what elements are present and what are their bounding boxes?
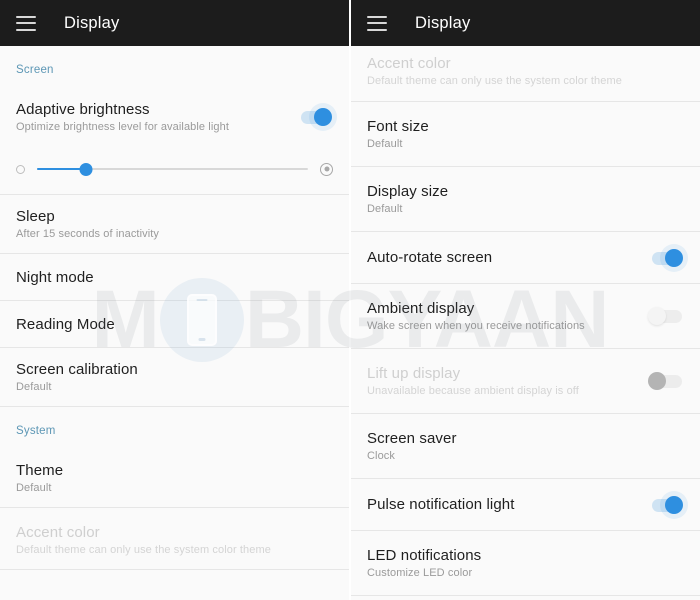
row-led-notifications[interactable]: LED notifications Customize LED color (351, 531, 700, 596)
row-title: Display size (367, 183, 449, 200)
row-title: Auto-rotate screen (367, 249, 493, 266)
row-title: Adaptive brightness (16, 101, 150, 118)
row-font-size[interactable]: Font size Default (351, 102, 700, 167)
row-title: Ambient display (367, 300, 475, 317)
brightness-slider-row[interactable] (0, 146, 349, 195)
section-header-screen: Screen (16, 64, 54, 76)
row-accent-color: Accent color Default theme can only use … (351, 46, 700, 102)
row-title: Sleep (16, 208, 55, 225)
row-title: LED notifications (367, 547, 482, 564)
app-bar-right: Display (351, 0, 700, 46)
row-subtitle: Default theme can only use the system co… (16, 544, 271, 556)
right-screenshot-panel: Display Accent color Default theme can o… (351, 0, 700, 600)
toggle-pulse-notification-light[interactable] (648, 495, 684, 515)
row-title: Accent color (367, 55, 451, 72)
row-auto-rotate-screen[interactable]: Auto-rotate screen (351, 232, 700, 284)
row-lift-up-display: Lift up display Unavailable because ambi… (351, 349, 700, 414)
row-title: Theme (16, 462, 64, 479)
row-pulse-notification-light[interactable]: Pulse notification light (351, 479, 700, 531)
row-title: Pulse notification light (367, 496, 515, 513)
row-cast[interactable]: Cast (351, 596, 700, 600)
row-subtitle: Customize LED color (367, 567, 473, 579)
row-screen-saver[interactable]: Screen saver Clock (351, 414, 700, 479)
row-subtitle: Unavailable because ambient display is o… (367, 385, 579, 397)
row-title: Reading Mode (16, 315, 115, 333)
brightness-slider[interactable] (37, 162, 308, 176)
row-subtitle: Default (16, 381, 52, 393)
display-settings-comparison: Display Screen Adaptive brightness Optim… (0, 0, 700, 600)
row-subtitle: Default (367, 138, 403, 150)
toggle-ambient-display[interactable] (648, 306, 684, 326)
row-subtitle: Clock (367, 450, 396, 462)
row-title: Screen saver (367, 430, 457, 447)
hamburger-menu-icon[interactable] (16, 15, 36, 31)
row-ambient-display[interactable]: Ambient display Wake screen when you rec… (351, 284, 700, 349)
right-settings-list: Accent color Default theme can only use … (351, 46, 700, 600)
row-night-mode[interactable]: Night mode (0, 254, 349, 301)
row-subtitle: After 15 seconds of inactivity (16, 228, 160, 240)
row-theme[interactable]: Theme Default (0, 449, 349, 508)
app-bar-left: Display (0, 0, 349, 46)
row-display-size[interactable]: Display size Default (351, 167, 700, 232)
toggle-auto-rotate-screen[interactable] (648, 248, 684, 268)
row-title: Screen calibration (16, 361, 138, 378)
page-title: Display (64, 13, 120, 32)
row-sleep[interactable]: Sleep After 15 seconds of inactivity (0, 195, 349, 254)
row-subtitle: Default (16, 482, 52, 494)
section-header-system: System (16, 425, 56, 437)
row-subtitle: Default theme can only use the system co… (367, 75, 622, 87)
row-title: Night mode (16, 268, 94, 286)
page-title: Display (415, 13, 471, 32)
row-title: Font size (367, 118, 429, 135)
left-screenshot-panel: Display Screen Adaptive brightness Optim… (0, 0, 349, 600)
row-title: Accent color (16, 524, 100, 541)
hamburger-menu-icon[interactable] (367, 15, 387, 31)
toggle-adaptive-brightness[interactable] (297, 107, 333, 127)
row-subtitle: Default (367, 203, 403, 215)
toggle-lift-up-display (648, 371, 684, 391)
row-screen-calibration[interactable]: Screen calibration Default (0, 348, 349, 407)
row-accent-color: Accent color Default theme can only use … (0, 508, 349, 570)
brightness-high-icon (320, 162, 333, 176)
brightness-low-icon (16, 164, 25, 174)
row-title: Lift up display (367, 365, 461, 382)
row-reading-mode[interactable]: Reading Mode (0, 301, 349, 348)
row-subtitle: Optimize brightness level for available … (16, 121, 229, 133)
row-adaptive-brightness[interactable]: Adaptive brightness Optimize brightness … (0, 88, 349, 146)
row-subtitle: Wake screen when you receive notificatio… (367, 320, 585, 332)
left-settings-list: Screen Adaptive brightness Optimize brig… (0, 46, 349, 570)
